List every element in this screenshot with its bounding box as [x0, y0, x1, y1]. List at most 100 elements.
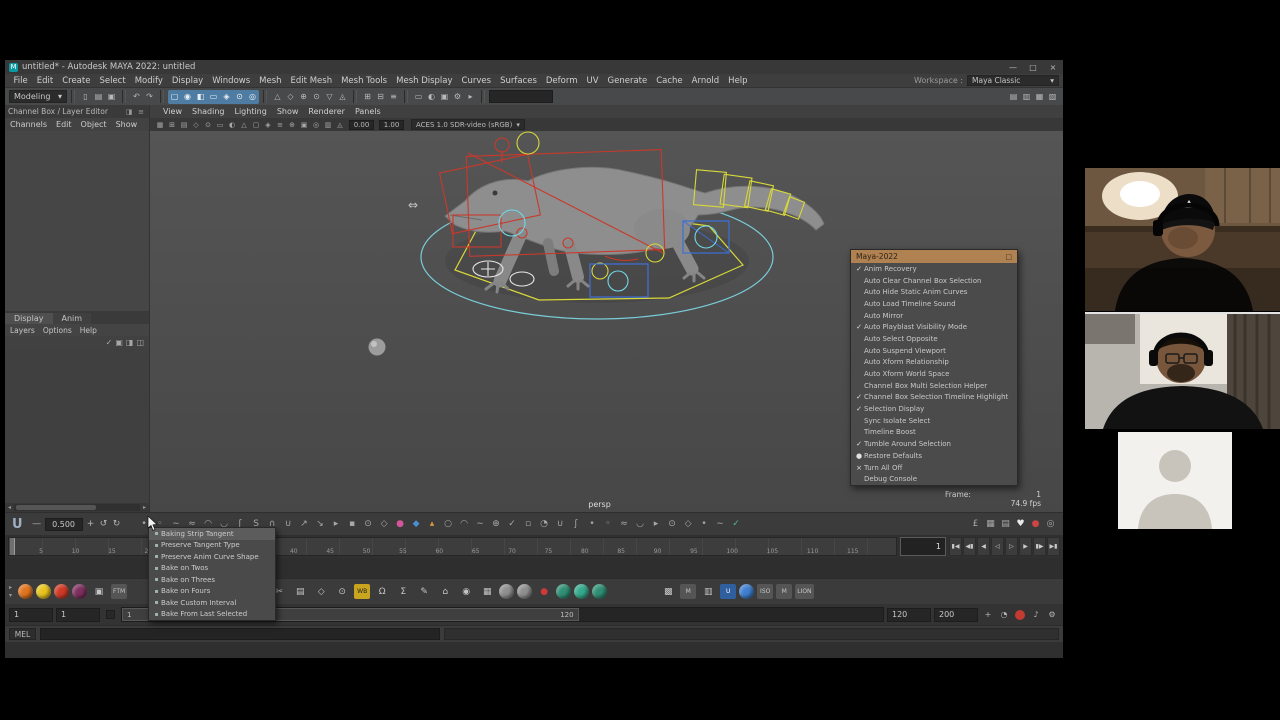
channel-box-menu-item[interactable]: Edit — [56, 120, 72, 129]
playback-button[interactable]: ▮◀ — [949, 537, 962, 556]
anim-tool-icon[interactable]: • — [587, 519, 598, 529]
viewport-menu-item[interactable]: View — [158, 107, 187, 116]
menu-item[interactable]: Arnold — [687, 76, 724, 86]
popup-menu-option[interactable]: ✓ Tumble Around Selection — [851, 438, 1017, 450]
viewport-toolbar-icon[interactable]: ▭ — [214, 119, 226, 131]
quick-selection-input[interactable] — [489, 90, 553, 103]
playback-button[interactable]: ▷ — [1005, 537, 1018, 556]
minimize-button[interactable]: — — [1007, 63, 1019, 72]
shelf-button[interactable]: WB — [354, 584, 371, 599]
bake-menu-option[interactable]: ▪ Preserve Anim Curve Shape — [149, 551, 275, 563]
menu-item[interactable]: Mesh Display — [392, 76, 457, 86]
viewport-toolbar-icon[interactable]: ⊕ — [286, 119, 298, 131]
playback-button[interactable]: ◀▮ — [963, 537, 976, 556]
status-icon[interactable]: ◬ — [336, 90, 349, 104]
status-icon[interactable]: ◈ — [220, 90, 233, 104]
status-icon[interactable]: ◧ — [194, 90, 207, 104]
viewport-toolbar-icon[interactable]: ≡ — [274, 119, 286, 131]
layer-editor-tab[interactable]: Display — [5, 313, 53, 324]
playback-button[interactable]: ◁ — [991, 537, 1004, 556]
panel-header-icon[interactable]: ◨ — [124, 108, 134, 116]
camera-name-label[interactable]: persp — [588, 500, 611, 509]
anim-tool-icon[interactable]: ⊙ — [363, 519, 374, 529]
close-button[interactable]: × — [1047, 63, 1059, 72]
anim-tool-icon[interactable]: ▫ — [523, 519, 534, 529]
viewport-toolbar-icon[interactable]: ◈ — [262, 119, 274, 131]
layer-toolbar-icon[interactable]: ◨ — [126, 338, 134, 347]
popup-menu-option[interactable]: Channel Box Multi Selection Helper — [851, 380, 1017, 392]
menu-item[interactable]: Modify — [130, 76, 167, 86]
menu-item[interactable]: UV — [582, 76, 603, 86]
playback-start-field[interactable]: 1 — [56, 607, 100, 622]
bake-menu-option[interactable]: ▪ Preserve Tangent Type — [149, 540, 275, 552]
playback-end-field[interactable]: 120 — [887, 607, 931, 622]
scrollbar-track[interactable] — [14, 504, 140, 511]
anim-tool-icon[interactable]: ▦ — [985, 519, 996, 529]
channel-box-menu-item[interactable]: Object — [81, 120, 107, 129]
playback-option-icon[interactable]: ⚙ — [1045, 608, 1059, 622]
shelf-button[interactable] — [18, 584, 34, 599]
menu-item[interactable]: Curves — [457, 76, 496, 86]
shelf-button[interactable]: M — [680, 584, 697, 599]
status-icon[interactable]: ▦ — [1033, 90, 1046, 104]
menu-item[interactable]: Surfaces — [496, 76, 542, 86]
colorspace-dropdown[interactable]: ACES 1.0 SDR-video (sRGB) ▾ — [411, 119, 525, 130]
playback-option-icon[interactable] — [1015, 609, 1025, 620]
anim-end-field[interactable]: 200 — [934, 607, 978, 622]
popup-menu-option[interactable]: Auto Mirror — [851, 310, 1017, 322]
anim-tool-icon[interactable]: • — [699, 519, 710, 529]
status-icon[interactable]: ⊙ — [233, 90, 246, 104]
anim-tool-icon[interactable]: ∼ — [475, 519, 486, 529]
shelf-button[interactable]: U — [720, 584, 737, 599]
shelf-button[interactable]: ▤ — [291, 583, 309, 601]
anim-tool-icon[interactable]: ≈ — [619, 519, 630, 529]
anim-tool-icon[interactable]: ◡ — [635, 519, 646, 529]
anim-tool-icon[interactable]: ʃ — [571, 519, 582, 529]
menu-item[interactable]: Windows — [208, 76, 255, 86]
playback-button[interactable]: ▶▮ — [1047, 537, 1060, 556]
menu-item[interactable]: Mesh Tools — [337, 76, 392, 86]
status-icon[interactable]: ▭ — [207, 90, 220, 104]
shelf-button[interactable] — [517, 584, 533, 599]
playback-option-icon[interactable]: + — [981, 608, 995, 622]
layer-list-empty[interactable] — [5, 349, 149, 503]
bake-menu-option[interactable]: ▪ Bake on Twos — [149, 563, 275, 575]
popup-menu-option[interactable]: Auto Clear Channel Box Selection — [851, 275, 1017, 287]
shelf-button[interactable]: ISO — [757, 584, 774, 599]
viewport-toolbar-icon[interactable]: ⊙ — [202, 119, 214, 131]
shelf-button[interactable] — [36, 584, 52, 599]
popup-menu-option[interactable]: Debug Console — [851, 473, 1017, 485]
viewport-menu-item[interactable]: Lighting — [229, 107, 271, 116]
viewport-toolbar-icon[interactable]: ◇ — [190, 119, 202, 131]
plugin-logo[interactable]: U — [12, 517, 23, 532]
time-slider[interactable]: 5101520253035404550556065707580859095100… — [8, 537, 897, 556]
viewport-toolbar-icon[interactable]: △ — [238, 119, 250, 131]
bake-menu-option[interactable]: ▪ Baking Strip Tangent — [149, 528, 275, 540]
playback-button[interactable]: ▮▶ — [1033, 537, 1046, 556]
popup-menu-option[interactable]: ● Restore Defaults — [851, 450, 1017, 462]
viewport-menu-item[interactable]: Show — [272, 107, 304, 116]
shelf-button[interactable]: FTM — [111, 584, 128, 599]
anim-tool-icon[interactable]: ∼ — [715, 519, 726, 529]
popup-menu-option[interactable]: Auto Select Opposite — [851, 333, 1017, 345]
anim-start-field[interactable]: 1 — [9, 607, 53, 622]
layer-menu-item[interactable]: Help — [80, 326, 97, 335]
current-frame-marker[interactable] — [10, 538, 15, 555]
undo-icon[interactable]: ↺ — [99, 519, 109, 529]
bake-menu-option[interactable]: ▪ Bake Custom Interval — [149, 597, 275, 609]
shelf-button[interactable] — [72, 584, 88, 599]
anim-tool-icon[interactable]: ▤ — [1000, 519, 1011, 529]
anim-tool-icon[interactable]: ✓ — [731, 519, 742, 529]
popup-menu-option[interactable]: Auto Xform Relationship — [851, 357, 1017, 369]
status-icon[interactable]: ▸ — [464, 90, 477, 104]
shelf-button[interactable]: ● — [535, 583, 553, 601]
anim-tool-icon[interactable]: ▸ — [331, 519, 342, 529]
panel-header-icon[interactable]: ≡ — [136, 108, 146, 116]
viewport-toolbar-icon[interactable]: ▤ — [178, 119, 190, 131]
anim-tool-icon[interactable]: ◇ — [683, 519, 694, 529]
popup-menu-option[interactable]: ✓ Selection Display — [851, 403, 1017, 415]
viewport-toolbar-icon[interactable]: ▦ — [154, 119, 166, 131]
anim-tool-icon[interactable]: £ — [970, 519, 981, 529]
anim-tool-icon[interactable]: ▴ — [427, 519, 438, 529]
popup-menu-option[interactable]: Timeline Boost — [851, 427, 1017, 439]
